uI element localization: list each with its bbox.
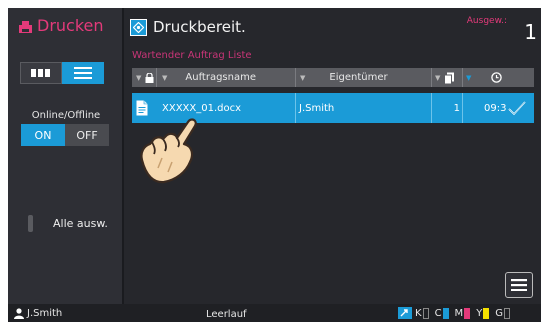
column-copies[interactable]: ▼: [432, 68, 463, 87]
menu-button[interactable]: [505, 272, 533, 298]
app-title-text: Drucken: [37, 16, 104, 35]
user-info: J.Smith: [14, 308, 62, 319]
column-time[interactable]: ▼: [463, 68, 534, 87]
menu-icon: [511, 279, 527, 291]
copies-icon: [444, 72, 455, 84]
toner-k: K: [415, 307, 429, 319]
column-job-name[interactable]: ▼ Auftragsname: [157, 68, 296, 87]
grid-view-button[interactable]: [20, 62, 62, 84]
toner-y: Y: [476, 307, 490, 319]
toner-c: C: [435, 307, 449, 319]
offline-button[interactable]: OFF: [65, 124, 109, 146]
column-owner-label: Eigentümer: [329, 72, 388, 83]
print-ready-icon: [130, 18, 147, 36]
online-button[interactable]: ON: [21, 124, 65, 146]
toner-g: G: [495, 307, 511, 319]
sort-caret-icon: ▼: [435, 73, 441, 82]
toner-m-bar: [464, 307, 471, 319]
machine-state: Leerlauf: [206, 309, 247, 320]
sidebar-divider: [122, 8, 124, 304]
sidebar: Drucken Online/Offline ON OFF Alle ausw.: [8, 8, 122, 304]
job-table-header: ▼ ▼ Auftragsname ▼ Eigentümer ▼ ▼: [132, 68, 534, 87]
user-icon: [14, 308, 24, 319]
list-view-icon: [74, 67, 92, 79]
toner-m: M: [455, 307, 471, 319]
toner-levels[interactable]: K C M Y G: [398, 307, 516, 319]
job-time-cell: 09:3: [484, 102, 507, 114]
app-title: Drucken: [18, 16, 104, 35]
column-job-name-label: Auftragsname: [185, 72, 256, 83]
toner-refresh-icon: [398, 307, 412, 319]
status-title: Druckbereit.: [153, 18, 246, 36]
column-lock[interactable]: ▼: [132, 68, 157, 87]
column-owner[interactable]: ▼ Eigentümer: [296, 68, 432, 87]
online-offline-toggle: ON OFF: [21, 124, 109, 146]
sort-caret-icon: ▼: [466, 73, 472, 82]
toner-y-bar: [483, 307, 490, 319]
sort-caret-icon: ▼: [162, 73, 168, 82]
select-all-label: Alle ausw.: [53, 216, 108, 230]
printer-icon: [18, 19, 33, 33]
user-name: J.Smith: [27, 308, 63, 319]
toner-k-bar: [422, 307, 429, 319]
printer-screen: Drucken Online/Offline ON OFF Alle ausw.…: [8, 8, 541, 322]
job-owner-cell: J.Smith: [299, 102, 335, 114]
selected-label: Ausgew.:: [466, 16, 507, 26]
online-offline-label: Online/Offline: [31, 110, 101, 121]
grid-view-icon: [31, 69, 50, 77]
checkmark-icon: [507, 93, 527, 123]
view-toggle: [20, 62, 104, 84]
select-all-indicator: [28, 214, 33, 232]
job-copies-cell: 1: [453, 102, 460, 114]
lock-icon: [145, 72, 154, 83]
status-bar: J.Smith Leerlauf K C M Y G: [8, 304, 541, 322]
queue-label: Wartender Auftrag Liste: [132, 50, 252, 61]
toner-c-bar: [442, 307, 449, 319]
status-header: Druckbereit.: [130, 18, 246, 36]
toner-g-bar: [504, 307, 511, 319]
sort-caret-icon: ▼: [300, 73, 306, 82]
selected-count: 1: [524, 20, 537, 44]
select-all-button[interactable]: Alle ausw.: [18, 208, 120, 238]
clock-icon: [491, 72, 503, 83]
sort-caret-icon: ▼: [136, 73, 142, 82]
list-view-button[interactable]: [62, 62, 104, 84]
tap-hand-icon: [140, 118, 197, 184]
